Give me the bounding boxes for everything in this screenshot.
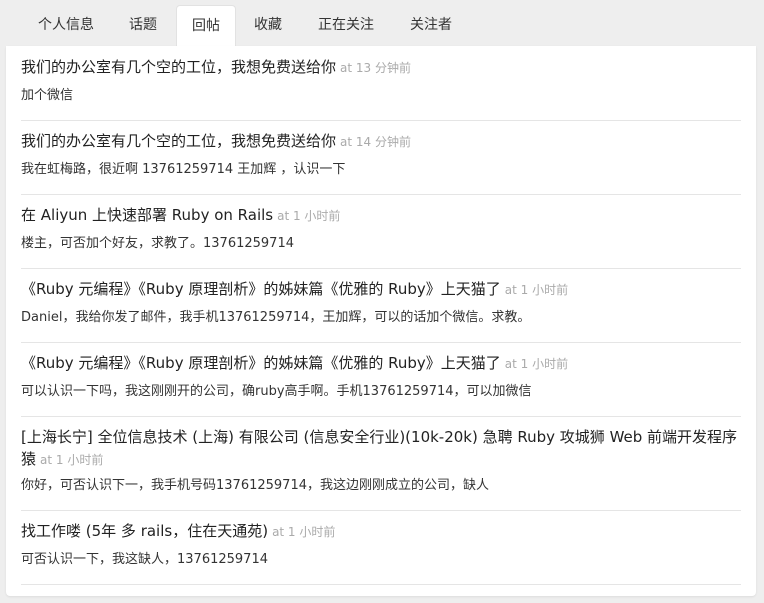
reply-title-line: 在 Aliyun 上快速部署 Ruby on Rails at 1 小时前 <box>21 204 741 227</box>
reply-item: 我们的办公室有几个空的工位，我想免费送给你 at 13 分钟前 加个微信 <box>21 56 741 121</box>
reply-time: at 1 小时前 <box>504 283 569 297</box>
reply-body: 我在虹梅路，很近啊 13761259714 王加辉 ，认识一下 <box>21 162 346 177</box>
tab-favorites[interactable]: 收藏 <box>239 5 297 46</box>
tab-profile-info[interactable]: 个人信息 <box>25 5 107 46</box>
topic-link[interactable]: 找工作喽 (5年 多 rails，住在天通苑) <box>21 522 268 540</box>
reply-item: [上海长宁] 全位信息技术 (上海) 有限公司 (信息安全行业)(10k-20k… <box>21 426 741 511</box>
profile-tabs: 个人信息 话题 回帖 收藏 正在关注 关注者 <box>0 0 764 47</box>
reply-time: at 1 小时前 <box>272 525 336 539</box>
reply-title-line: 《Ruby 元编程》《Ruby 原理剖析》的姊妹篇《优雅的 Ruby》上天猫了 a… <box>21 278 741 301</box>
topic-link[interactable]: 在 Aliyun 上快速部署 Ruby on Rails <box>21 206 273 224</box>
reply-item: 《Ruby 元编程》《Ruby 原理剖析》的姊妹篇《优雅的 Ruby》上天猫了 a… <box>21 278 741 343</box>
topic-link[interactable]: [上海长宁] 全位信息技术 (上海) 有限公司 (信息安全行业)(10k-20k… <box>21 428 737 468</box>
reply-time: at 1 小时前 <box>277 209 341 223</box>
reply-body: 可以认识一下吗，我这刚刚开的公司，确ruby高手啊。手机13761259714，… <box>21 384 532 399</box>
topic-link[interactable]: 我们的办公室有几个空的工位，我想免费送给你 <box>21 132 336 150</box>
reply-time: at 1 小时前 <box>504 357 569 371</box>
reply-title-line: [上海长宁] 全位信息技术 (上海) 有限公司 (信息安全行业)(10k-20k… <box>21 426 741 471</box>
tab-topics[interactable]: 话题 <box>113 5 173 46</box>
reply-body: 可否认识一下，我这缺人，13761259714 <box>21 552 268 567</box>
reply-title-line: 《Ruby 元编程》《Ruby 原理剖析》的姊妹篇《优雅的 Ruby》上天猫了 a… <box>21 352 741 375</box>
topic-link[interactable]: 《Ruby 元编程》《Ruby 原理剖析》的姊妹篇《优雅的 Ruby》上天猫了 <box>21 354 501 372</box>
topic-link[interactable]: 我们的办公室有几个空的工位，我想免费送给你 <box>21 58 336 76</box>
reply-item: 我们的办公室有几个空的工位，我想免费送给你 at 14 分钟前 我在虹梅路，很近啊… <box>21 130 741 195</box>
reply-title-line: 我们的办公室有几个空的工位，我想免费送给你 at 14 分钟前 <box>21 130 741 153</box>
reply-title-line: 我们的办公室有几个空的工位，我想免费送给你 at 13 分钟前 <box>21 56 741 79</box>
tab-followers[interactable]: 关注者 <box>397 5 465 46</box>
reply-item: 《Ruby 元编程》《Ruby 原理剖析》的姊妹篇《优雅的 Ruby》上天猫了 a… <box>21 352 741 417</box>
reply-body: 楼主，可否加个好友，求教了。13761259714 <box>21 236 294 251</box>
reply-body: 加个微信 <box>21 88 74 103</box>
reply-item: 在 Aliyun 上快速部署 Ruby on Rails at 1 小时前 楼主，… <box>21 204 741 269</box>
tab-following[interactable]: 正在关注 <box>305 5 387 46</box>
reply-body: 你好，可否认识下一，我手机号码13761259714，我这边刚刚成立的公司，缺人 <box>21 478 489 493</box>
reply-time: at 14 分钟前 <box>340 135 411 149</box>
tab-replies[interactable]: 回帖 <box>176 5 236 47</box>
reply-title-line: 找工作喽 (5年 多 rails，住在天通苑) at 1 小时前 <box>21 520 741 543</box>
reply-time: at 1 小时前 <box>40 453 104 467</box>
reply-time: at 13 分钟前 <box>340 61 411 75</box>
topic-link[interactable]: 《Ruby 元编程》《Ruby 原理剖析》的姊妹篇《优雅的 Ruby》上天猫了 <box>21 280 501 298</box>
reply-body: Daniel，我给你发了邮件，我手机13761259714，王加辉，可以的话加个… <box>21 310 531 325</box>
replies-panel: 我们的办公室有几个空的工位，我想免费送给你 at 13 分钟前 加个微信 我们的办… <box>6 46 756 596</box>
reply-item: 找工作喽 (5年 多 rails，住在天通苑) at 1 小时前 可否认识一下，我… <box>21 520 741 585</box>
